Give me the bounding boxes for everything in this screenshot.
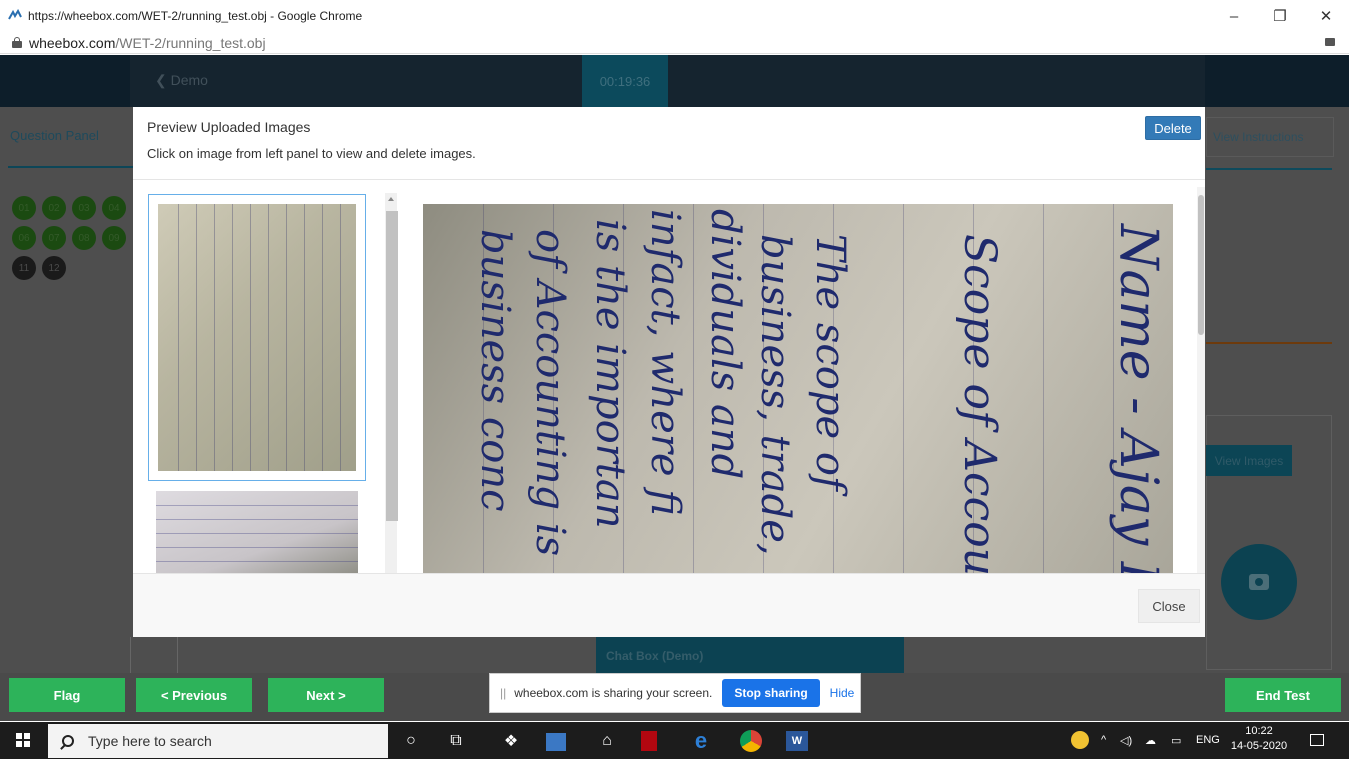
network-icon[interactable]: ▭ — [1171, 734, 1181, 747]
chrome-icon[interactable] — [740, 730, 762, 752]
url-host: wheebox.com — [29, 34, 116, 51]
close-window-button[interactable]: ✕ — [1303, 0, 1349, 32]
question-number[interactable]: 07 — [42, 226, 66, 250]
delete-image-button[interactable]: Delete — [1145, 116, 1201, 140]
question-number-grid: 01 02 03 04 06 07 08 09 11 12 — [12, 196, 134, 280]
thumbnail-scrollbar[interactable] — [385, 193, 398, 573]
url-path: /WET-2/running_test.obj — [115, 34, 266, 51]
flag-button[interactable]: Flag — [9, 678, 125, 712]
question-number[interactable]: 06 — [12, 226, 36, 250]
restore-button[interactable]: ❐ — [1257, 0, 1303, 32]
search-icon — [62, 735, 74, 747]
right-panel-divider — [1206, 168, 1332, 170]
image-thumbnail-selected[interactable] — [148, 194, 366, 481]
next-button[interactable]: Next > — [268, 678, 384, 712]
question-panel-underline — [8, 166, 133, 168]
camera-in-use-icon[interactable] — [1325, 38, 1335, 46]
notifications-icon[interactable] — [1310, 734, 1324, 746]
handwriting-line: business conc — [472, 229, 518, 512]
window-title: https://wheebox.com/WET-2/running_test.o… — [28, 9, 363, 23]
modal-footer: Close — [133, 573, 1205, 637]
test-timer: 00:19:36 — [582, 55, 668, 107]
share-message: wheebox.com is sharing your screen. — [514, 686, 713, 700]
taskbar-search-box[interactable]: Type here to search — [48, 724, 388, 758]
handwritten-page-thumbnail — [156, 491, 358, 573]
question-number[interactable]: 08 — [72, 226, 96, 250]
minimize-button[interactable]: – — [1211, 0, 1257, 32]
stop-sharing-button[interactable]: Stop sharing — [722, 679, 820, 707]
cortana-icon[interactable]: ○ — [400, 730, 422, 752]
back-demo-link[interactable]: ❮ Demo — [155, 72, 208, 89]
modal-subtitle: Click on image from left panel to view a… — [147, 146, 476, 161]
task-view-icon[interactable]: ⧉ — [445, 730, 467, 752]
handwriting-line: business, trade, — [752, 234, 798, 556]
handwriting-line: Name - Ajay Ku — [1108, 224, 1168, 573]
window-controls: – ❐ ✕ — [1211, 0, 1349, 32]
chat-box-header[interactable]: Chat Box (Demo) — [596, 637, 904, 673]
browser-titlebar: https://wheebox.com/WET-2/running_test.o… — [0, 0, 1349, 32]
onedrive-icon[interactable]: ☁ — [1145, 734, 1156, 747]
right-panel-divider — [1206, 342, 1332, 344]
netflix-icon[interactable] — [641, 731, 657, 751]
modal-scrollbar[interactable] — [1197, 187, 1205, 573]
view-instructions-button[interactable]: View Instructions — [1206, 117, 1334, 157]
end-test-button[interactable]: End Test — [1225, 678, 1341, 712]
lock-icon[interactable] — [12, 37, 22, 48]
search-placeholder: Type here to search — [88, 733, 212, 749]
question-number[interactable]: 01 — [12, 196, 36, 220]
dropbox-icon[interactable]: ❖ — [500, 730, 522, 752]
edge-icon[interactable]: e — [690, 728, 712, 753]
left-rail — [130, 637, 178, 673]
question-number[interactable]: 02 — [42, 196, 66, 220]
handwritten-page-thumbnail — [158, 204, 356, 471]
camera-upload-button[interactable] — [1221, 544, 1297, 620]
handwriting-line: dividuals and — [702, 209, 748, 480]
question-number[interactable]: 11 — [12, 256, 36, 280]
camera-icon — [1249, 574, 1269, 590]
modal-title: Preview Uploaded Images — [147, 119, 311, 135]
question-number[interactable]: 09 — [102, 226, 126, 250]
thumbnail-panel — [147, 193, 397, 573]
close-modal-button[interactable]: Close — [1138, 589, 1200, 623]
clock-time: 10:22 — [1245, 725, 1273, 737]
handwriting-line: The scope of — [807, 234, 853, 491]
previous-button[interactable]: < Previous — [136, 678, 252, 712]
image-thumbnail[interactable] — [156, 491, 358, 573]
language-indicator[interactable]: ENG — [1196, 734, 1220, 746]
file-explorer-icon[interactable] — [546, 733, 566, 751]
question-panel-tab[interactable]: Question Panel — [10, 128, 99, 143]
taskbar-clock[interactable]: 10:22 14-05-2020 — [1229, 724, 1289, 754]
volume-icon[interactable]: ◁) — [1120, 734, 1132, 747]
word-icon[interactable]: W — [786, 731, 808, 751]
show-hidden-icons[interactable]: ^ — [1101, 734, 1106, 746]
hide-share-bar-link[interactable]: Hide — [830, 686, 855, 700]
handwriting-line: of Accounting is — [527, 229, 573, 557]
store-icon[interactable]: ⌂ — [596, 730, 618, 752]
question-number[interactable]: 04 — [102, 196, 126, 220]
modal-divider — [133, 179, 1205, 180]
wheebox-favicon-icon — [8, 9, 22, 20]
image-preview: Name - Ajay Ku Scope of Accou The scope … — [423, 204, 1173, 573]
windows-start-icon[interactable] — [16, 733, 30, 747]
clock-date: 14-05-2020 — [1230, 740, 1288, 752]
handwriting-line: infact, where fi — [642, 209, 688, 516]
address-bar[interactable]: wheebox.com/WET-2/running_test.obj — [0, 32, 1349, 54]
screen-share-bar: || wheebox.com is sharing your screen. S… — [489, 673, 861, 713]
question-number[interactable]: 03 — [72, 196, 96, 220]
handwriting-line: is the importan — [587, 219, 633, 529]
drag-handle-icon[interactable]: || — [500, 686, 506, 700]
question-number[interactable]: 12 — [42, 256, 66, 280]
view-images-button[interactable]: View Images — [1206, 445, 1292, 476]
preview-images-modal: Preview Uploaded Images Click on image f… — [133, 107, 1205, 637]
handwriting-line: Scope of Accou — [954, 234, 1005, 573]
help-tray-icon[interactable] — [1071, 731, 1089, 749]
